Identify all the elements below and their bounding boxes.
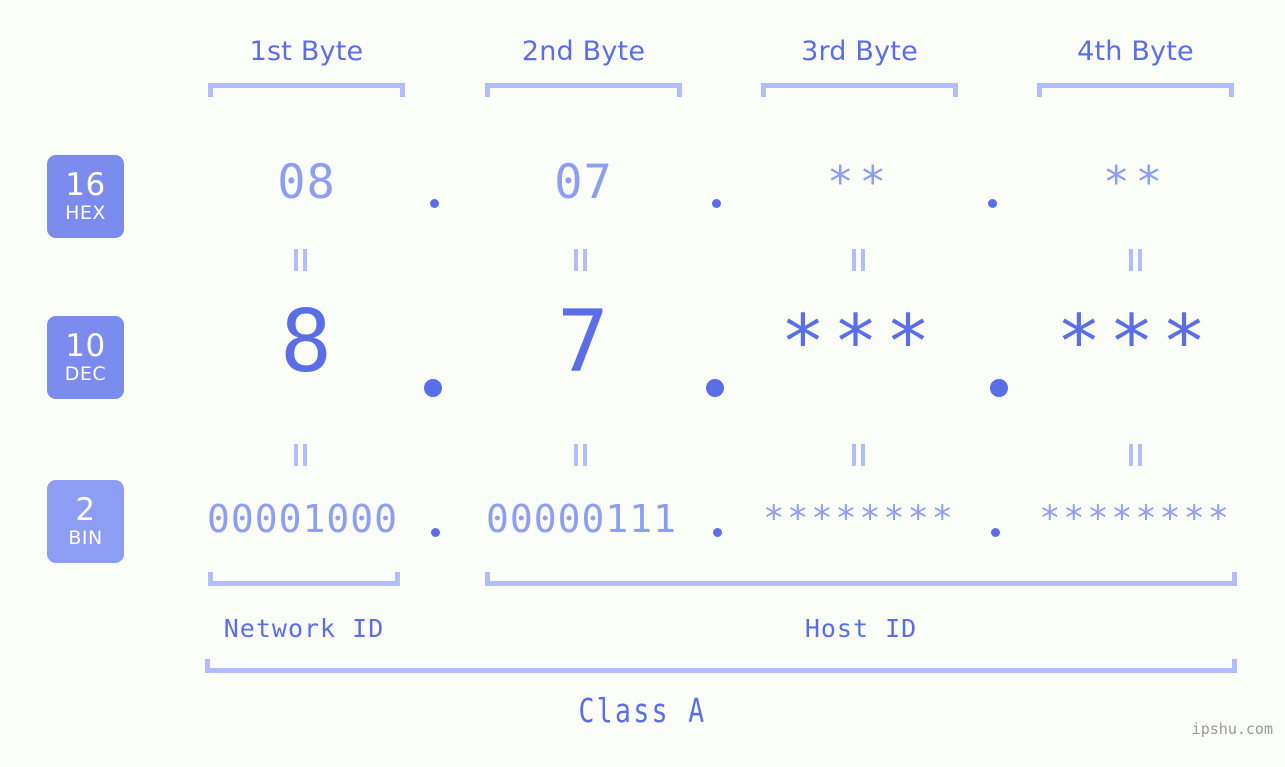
byte-bracket-1 — [208, 83, 405, 97]
byte-header-1: 1st Byte — [249, 36, 364, 67]
radix-badge-dec-number: 10 — [65, 328, 106, 364]
diagram-canvas: 1st Byte 2nd Byte 3rd Byte 4th Byte 16 H… — [0, 0, 1285, 767]
bin-separator-dot-2 — [713, 528, 722, 537]
network-id-bracket — [208, 572, 400, 586]
site-watermark: ipshu.com — [1191, 720, 1273, 738]
equals-icon-hex-dec-3 — [850, 249, 868, 271]
byte-bracket-3 — [761, 83, 958, 97]
byte-bracket-4 — [1037, 83, 1234, 97]
hex-separator-dot-3 — [988, 199, 997, 208]
bin-value-4: ******** — [1039, 499, 1232, 539]
byte-header-3: 3rd Byte — [801, 36, 918, 67]
byte-header-4: 4th Byte — [1077, 36, 1194, 67]
bin-value-1: 00001000 — [206, 497, 399, 541]
radix-badge-hex-name: HEX — [65, 202, 106, 224]
dec-separator-dot-2 — [706, 379, 724, 397]
byte-header-2: 2nd Byte — [521, 36, 646, 67]
class-bracket — [205, 659, 1237, 673]
dec-value-4: *** — [1056, 299, 1215, 385]
byte-bracket-2 — [485, 83, 682, 97]
network-id-label: Network ID — [223, 614, 385, 643]
equals-icon-dec-bin-3 — [850, 444, 868, 466]
dec-value-2: 7 — [557, 292, 610, 392]
radix-badge-dec[interactable]: 10 DEC — [47, 316, 124, 399]
radix-badge-hex-number: 16 — [65, 167, 106, 203]
hex-separator-dot-1 — [430, 199, 439, 208]
radix-badge-hex[interactable]: 16 HEX — [47, 155, 124, 238]
dec-separator-dot-1 — [424, 379, 442, 397]
equals-icon-dec-bin-1 — [292, 444, 310, 466]
equals-icon-dec-bin-4 — [1127, 444, 1145, 466]
dec-value-3: *** — [780, 299, 939, 385]
dec-separator-dot-3 — [990, 379, 1008, 397]
bin-value-3: ******** — [763, 499, 956, 539]
hex-value-3: ** — [827, 157, 892, 208]
dec-value-1: 8 — [280, 292, 333, 392]
radix-badge-bin-number: 2 — [75, 492, 96, 528]
hex-value-1: 08 — [277, 155, 336, 210]
hex-value-2: 07 — [554, 155, 613, 210]
bin-separator-dot-3 — [991, 528, 1000, 537]
equals-icon-hex-dec-4 — [1127, 249, 1145, 271]
radix-badge-bin[interactable]: 2 BIN — [47, 480, 124, 563]
hex-separator-dot-2 — [712, 199, 721, 208]
class-label: Class A — [578, 691, 707, 730]
host-id-bracket — [485, 572, 1237, 586]
radix-badge-dec-name: DEC — [64, 363, 107, 385]
equals-icon-hex-dec-1 — [292, 249, 310, 271]
equals-icon-hex-dec-2 — [572, 249, 590, 271]
bin-value-2: 00000111 — [485, 497, 678, 541]
equals-icon-dec-bin-2 — [572, 444, 590, 466]
bin-separator-dot-1 — [431, 528, 440, 537]
hex-value-4: ** — [1103, 157, 1168, 208]
host-id-label: Host ID — [804, 614, 918, 643]
radix-badge-bin-name: BIN — [68, 527, 103, 549]
